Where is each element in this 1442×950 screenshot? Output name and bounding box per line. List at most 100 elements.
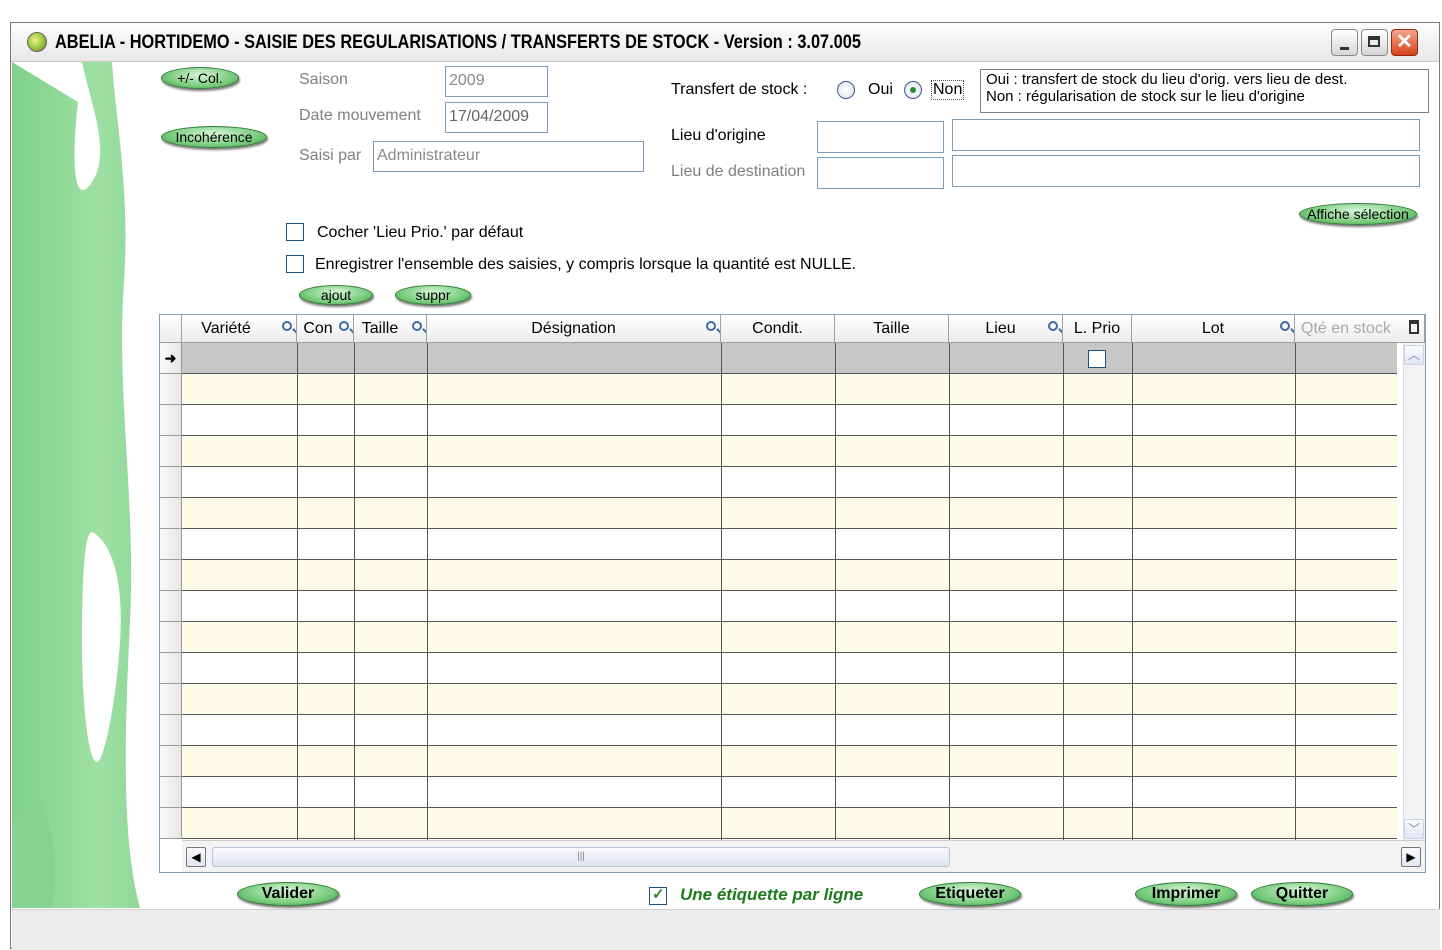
grid-divider [1295,343,1296,840]
scroll-left-icon[interactable]: ◀ [186,847,206,867]
minimize-button[interactable] [1331,29,1358,56]
transfert-non-radio[interactable] [904,81,922,99]
close-button[interactable]: ✕ [1391,29,1418,56]
grid-divider [1132,343,1133,840]
table-row[interactable] [182,343,1397,374]
row-header[interactable] [160,777,182,808]
toggle-columns-button[interactable]: +/- Col. [161,67,239,89]
lieu-origine-code-field[interactable] [817,121,944,153]
etiqueter-button[interactable]: Etiqueter [919,882,1021,906]
enregistrer-checkbox[interactable] [286,255,304,273]
info-line-non: Non : régularisation de stock sur le lie… [986,88,1305,105]
search-lot-icon[interactable] [1280,321,1290,331]
ajout-button[interactable]: ajout [299,285,373,305]
table-row[interactable] [182,374,1397,405]
row-header[interactable] [160,591,182,622]
grid-divider [1063,343,1064,840]
row-header[interactable] [160,653,182,684]
l-prio-checkbox[interactable] [1088,350,1106,368]
column-header-variete[interactable]: Variété [182,315,297,343]
row-header[interactable] [160,405,182,436]
table-row[interactable] [182,684,1397,715]
search-lieu-icon[interactable] [1048,321,1058,331]
date-mouvement-field[interactable]: 17/04/2009 [445,102,548,133]
transfert-oui-radio[interactable] [837,81,855,99]
maximize-button[interactable] [1361,29,1388,56]
stock-grid[interactable]: Variété Con Taille Désignation Condit. T… [159,314,1426,873]
column-header-taille[interactable]: Taille [354,315,427,343]
lieu-origine-label: Lieu d'origine [671,127,766,144]
row-header[interactable] [160,622,182,653]
table-row[interactable] [182,715,1397,746]
transfert-info-box: Oui : transfert de stock du lieu d'orig.… [980,69,1429,113]
scroll-right-icon[interactable]: ▶ [1401,847,1421,867]
grid-divider [835,343,836,840]
table-row[interactable] [182,777,1397,808]
row-header[interactable] [160,715,182,746]
etiquette-par-ligne-checkbox[interactable] [649,885,667,905]
column-header-l-prio[interactable]: L. Prio [1063,315,1132,343]
lieu-destination-name-field[interactable] [952,155,1420,187]
current-row-indicator[interactable]: ➜ [160,343,182,374]
table-row[interactable] [182,808,1397,839]
row-header[interactable] [160,746,182,777]
search-con-icon[interactable] [339,321,349,331]
lieu-origine-name-field[interactable] [952,119,1420,151]
table-row[interactable] [182,436,1397,467]
row-header[interactable] [160,560,182,591]
transfert-oui-label: Oui [868,81,893,98]
lieu-destination-code-field[interactable] [817,157,944,189]
transfert-label: Transfert de stock : [671,81,808,98]
table-row[interactable] [182,591,1397,622]
horizontal-scrollbar[interactable]: ◀ ||| ▶ [182,840,1425,872]
app-logo-icon [27,32,47,52]
scroll-up-icon[interactable]: ︿ [1404,345,1424,365]
incoherence-button[interactable]: Incohérence [161,126,267,148]
row-header[interactable] [160,529,182,560]
column-chooser-icon[interactable] [1409,320,1419,334]
column-header-lieu[interactable]: Lieu [949,315,1063,343]
column-header-con[interactable]: Con [297,315,354,343]
grid-divider [721,343,722,840]
column-header-qte-en-stock[interactable]: Qté en stock [1295,315,1425,343]
table-row[interactable] [182,529,1397,560]
table-row[interactable] [182,622,1397,653]
search-taille-icon[interactable] [412,321,422,331]
row-header[interactable] [160,467,182,498]
decorative-sidebar [12,62,157,908]
saisi-par-field[interactable]: Administrateur [373,141,644,172]
row-header[interactable] [160,374,182,405]
valider-button[interactable]: Valider [237,882,339,906]
row-header[interactable] [160,436,182,467]
horizontal-scroll-thumb[interactable]: ||| [212,847,950,867]
imprimer-button[interactable]: Imprimer [1135,882,1237,906]
table-row[interactable] [182,498,1397,529]
search-designation-icon[interactable] [706,321,716,331]
table-row[interactable] [182,653,1397,684]
info-line-oui: Oui : transfert de stock du lieu d'orig.… [986,71,1348,88]
scroll-down-icon[interactable]: ﹀ [1404,819,1424,839]
row-header[interactable] [160,808,182,839]
column-header-lot[interactable]: Lot [1132,315,1295,343]
table-row[interactable] [182,405,1397,436]
column-header-condit[interactable]: Condit. [721,315,835,343]
row-header[interactable] [160,498,182,529]
column-header-taille-2[interactable]: Taille [835,315,949,343]
date-mouvement-label: Date mouvement [299,107,421,124]
column-header-designation[interactable]: Désignation [427,315,721,343]
affiche-selection-button[interactable]: Affiche sélection [1299,203,1417,225]
status-bar [12,909,1440,950]
cocher-lieu-prio-label: Cocher 'Lieu Prio.' par défaut [317,224,524,241]
window-title: ABELIA - HORTIDEMO - SAISIE DES REGULARI… [55,32,861,53]
row-header[interactable] [160,684,182,715]
quitter-button[interactable]: Quitter [1251,882,1353,906]
table-row[interactable] [182,467,1397,498]
vertical-scrollbar[interactable]: ︿ ﹀ [1403,343,1425,841]
saison-field[interactable]: 2009 [445,66,548,97]
table-row[interactable] [182,746,1397,777]
maximize-icon [1368,36,1380,47]
table-row[interactable] [182,560,1397,591]
cocher-lieu-prio-checkbox[interactable] [286,223,304,241]
suppr-button[interactable]: suppr [395,285,471,305]
search-variete-icon[interactable] [282,321,292,331]
